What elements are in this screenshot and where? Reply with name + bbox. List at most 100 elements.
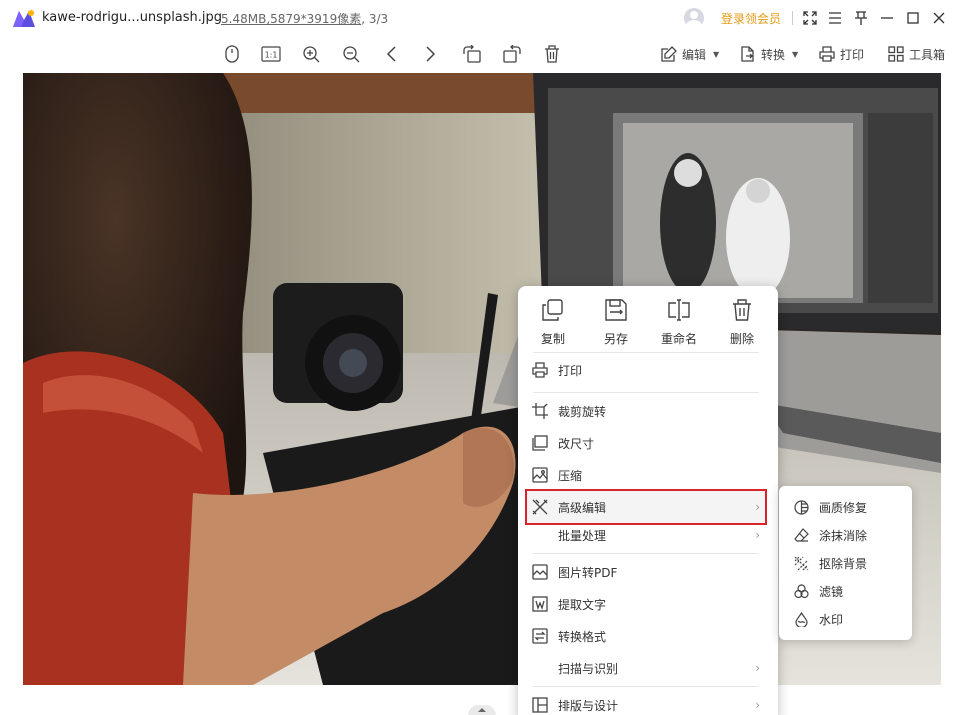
menu-item-label: 提取文字 [558,597,607,612]
image-position: , 3/3 [361,12,389,26]
toolbox-label: 工具箱 [909,47,946,62]
file-info: 5.48MB,5879*3919像素, 3/3 [221,10,388,27]
menu-item-layout-design[interactable]: 排版与设计 › [518,690,778,715]
submenu-item-filter[interactable]: 滤镜 [779,578,912,604]
advanced-edit-icon [532,499,548,515]
menu-item-advanced-edit[interactable]: 高级编辑 › [518,492,778,522]
save-as-button[interactable]: 另存 [591,296,641,347]
delete-icon[interactable] [541,43,563,65]
copy-icon [542,299,563,321]
actual-size-icon[interactable]: 1:1 [260,43,282,65]
delete-label: 删除 [729,332,754,346]
menu-item-label: 裁剪旋转 [558,404,607,419]
previous-icon[interactable] [380,43,402,65]
rotate-left-icon[interactable] [461,43,483,65]
printer-icon [532,362,548,378]
watermark-icon [794,611,808,627]
image-viewer-window: kawe-rodrigu...unsplash.jpg 5.48MB,5879*… [0,0,964,715]
save-as-icon [605,299,627,321]
next-icon[interactable] [420,43,442,65]
menu-item-batch[interactable]: 批量处理 › [518,520,778,550]
convert-dropdown[interactable]: 转换 ▼ [740,44,798,64]
menu-item-image-to-pdf[interactable]: 图片转PDF [518,557,778,587]
menu-item-label: 排版与设计 [558,698,619,713]
eraser-icon [793,527,809,542]
menu-item-scan-recognize[interactable]: 扫描与识别 › [518,653,778,683]
menu-item-label: 高级编辑 [558,500,607,515]
menu-item-label: 图片转PDF [558,565,618,580]
print-button[interactable]: 打印 [819,44,864,64]
pin-icon[interactable] [851,8,871,28]
submenu-item-eraser[interactable]: 涂抹消除 [779,522,912,548]
chevron-right-icon: › [755,698,760,712]
close-icon[interactable] [929,8,949,28]
convert-format-icon [532,628,548,644]
submenu-item-watermark[interactable]: 水印 [779,606,912,632]
ocr-icon [532,596,548,612]
submenu-item-label: 抠除背景 [819,556,868,571]
menu-item-label: 打印 [558,363,583,378]
file-name: kawe-rodrigu...unsplash.jpg [42,10,223,25]
submenu-item-quality-repair[interactable]: 画质修复 [779,494,912,520]
menu-icon[interactable] [825,8,845,28]
rename-label: 重命名 [660,332,697,346]
maximize-icon[interactable] [903,8,923,28]
submenu-item-label: 滤镜 [819,584,844,599]
menu-divider [533,392,759,393]
minimize-icon[interactable] [877,8,897,28]
copy-button[interactable]: 复制 [528,296,578,347]
menu-item-print[interactable]: 打印 [518,355,778,385]
crop-icon [532,403,548,419]
copy-label: 复制 [540,332,565,346]
menu-item-label: 压缩 [558,468,583,483]
menu-item-resize[interactable]: 改尺寸 [518,428,778,458]
menu-item-label: 转换格式 [558,629,607,644]
menu-item-extract-text[interactable]: 提取文字 [518,589,778,619]
rename-icon [668,299,690,321]
chevron-right-icon: › [755,500,760,514]
mouse-icon[interactable] [221,43,243,65]
toolbox-button[interactable]: 工具箱 [888,44,945,64]
menu-item-label: 改尺寸 [558,436,595,451]
convert-icon [741,46,754,62]
app-logo-icon [13,10,35,27]
svg-text:1:1: 1:1 [265,51,278,60]
image-dimensions[interactable]: ,5879*3919像素 [266,12,361,26]
edit-label: 编辑 [682,47,707,62]
chevron-right-icon: › [755,661,760,675]
title-divider [792,11,793,25]
menu-divider [533,686,759,687]
quality-repair-icon [793,499,809,515]
printer-icon [819,46,835,62]
rotate-right-icon[interactable] [501,43,523,65]
edit-icon [661,46,677,62]
title-bar: kawe-rodrigu...unsplash.jpg 5.48MB,5879*… [0,0,964,36]
zoom-out-icon[interactable] [340,43,362,65]
toolbox-icon [888,46,904,62]
delete-button[interactable]: 删除 [717,296,767,347]
resize-icon [532,435,548,451]
save-as-label: 另存 [603,332,628,346]
fullscreen-icon[interactable] [800,8,820,28]
menu-divider [533,352,759,353]
menu-item-crop-rotate[interactable]: 裁剪旋转 [518,396,778,426]
edit-dropdown[interactable]: 编辑 ▼ [661,44,719,64]
filter-icon [793,583,809,598]
submenu-item-label: 涂抹消除 [819,528,868,543]
zoom-in-icon[interactable] [300,43,322,65]
user-avatar[interactable] [684,8,704,28]
compress-icon [532,467,548,483]
remove-background-icon [794,556,808,570]
menu-item-convert-format[interactable]: 转换格式 [518,621,778,651]
login-vip-link[interactable]: 登录领会员 [721,10,781,27]
submenu-item-label: 水印 [819,612,844,627]
menu-divider [533,553,759,554]
chevron-right-icon: › [755,528,760,542]
menu-item-compress[interactable]: 压缩 [518,460,778,490]
file-size[interactable]: 5.48MB [221,12,266,26]
rename-button[interactable]: 重命名 [654,296,704,347]
advanced-edit-submenu: 画质修复 涂抹消除 抠除背景 滤镜 水印 [779,486,912,640]
submenu-item-remove-background[interactable]: 抠除背景 [779,550,912,576]
collapse-tab-icon[interactable] [468,703,496,715]
print-label: 打印 [840,47,865,62]
